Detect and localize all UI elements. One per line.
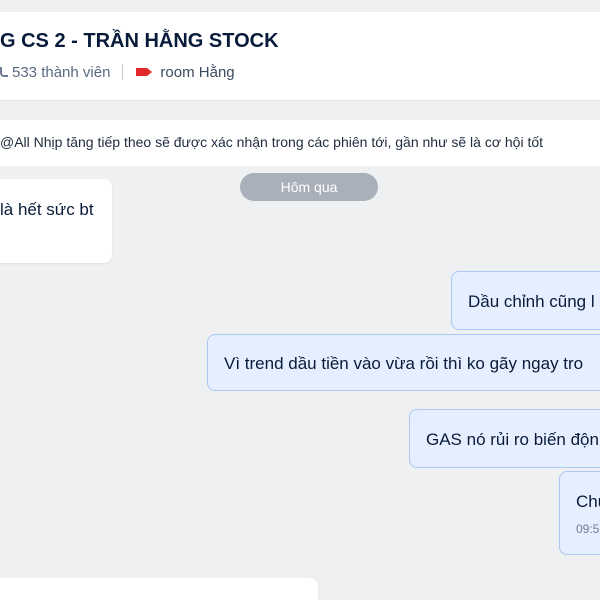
meta-divider: [122, 64, 124, 80]
message-text: Dầu chỉnh cũng l: [468, 292, 595, 311]
message-text: Vì trend dầu tiền vào vừa rồi thì ko gãy…: [224, 354, 584, 373]
pinned-message-bar[interactable]: @All Nhịp tăng tiếp theo sẽ được xác nhậ…: [0, 120, 600, 166]
message-time: 09:5: [576, 522, 600, 536]
message-text: GAS nó rủi ro biến độn: [426, 430, 599, 449]
chat-header: G CS 2 - TRẦN HẰNG STOCK 533 thành viên …: [0, 12, 600, 101]
incoming-message-partial[interactable]: [0, 578, 318, 600]
outgoing-message[interactable]: Chu 09:5: [559, 471, 600, 555]
chat-window: G CS 2 - TRẦN HẰNG STOCK 533 thành viên …: [0, 0, 600, 600]
date-divider: Hôm qua: [240, 173, 378, 201]
person-icon: [0, 67, 8, 77]
outgoing-message[interactable]: Dầu chỉnh cũng l: [451, 271, 600, 330]
pinned-message-text: @All Nhịp tăng tiếp theo sẽ được xác nhậ…: [0, 134, 544, 150]
outgoing-message[interactable]: Vì trend dầu tiền vào vừa rồi thì ko gãy…: [207, 334, 600, 391]
message-text: Chu: [576, 492, 600, 511]
incoming-message[interactable]: là hết sức bt: [0, 179, 112, 263]
tag-icon: [136, 68, 153, 76]
group-meta: 533 thành viên room Hằng: [0, 62, 235, 82]
group-title[interactable]: G CS 2 - TRẦN HẰNG STOCK: [0, 30, 279, 53]
message-text: là hết sức bt: [0, 200, 94, 219]
member-count[interactable]: 533 thành viên: [12, 64, 110, 81]
room-label[interactable]: room Hằng: [160, 64, 234, 81]
outgoing-message[interactable]: GAS nó rủi ro biến độn: [409, 409, 600, 468]
